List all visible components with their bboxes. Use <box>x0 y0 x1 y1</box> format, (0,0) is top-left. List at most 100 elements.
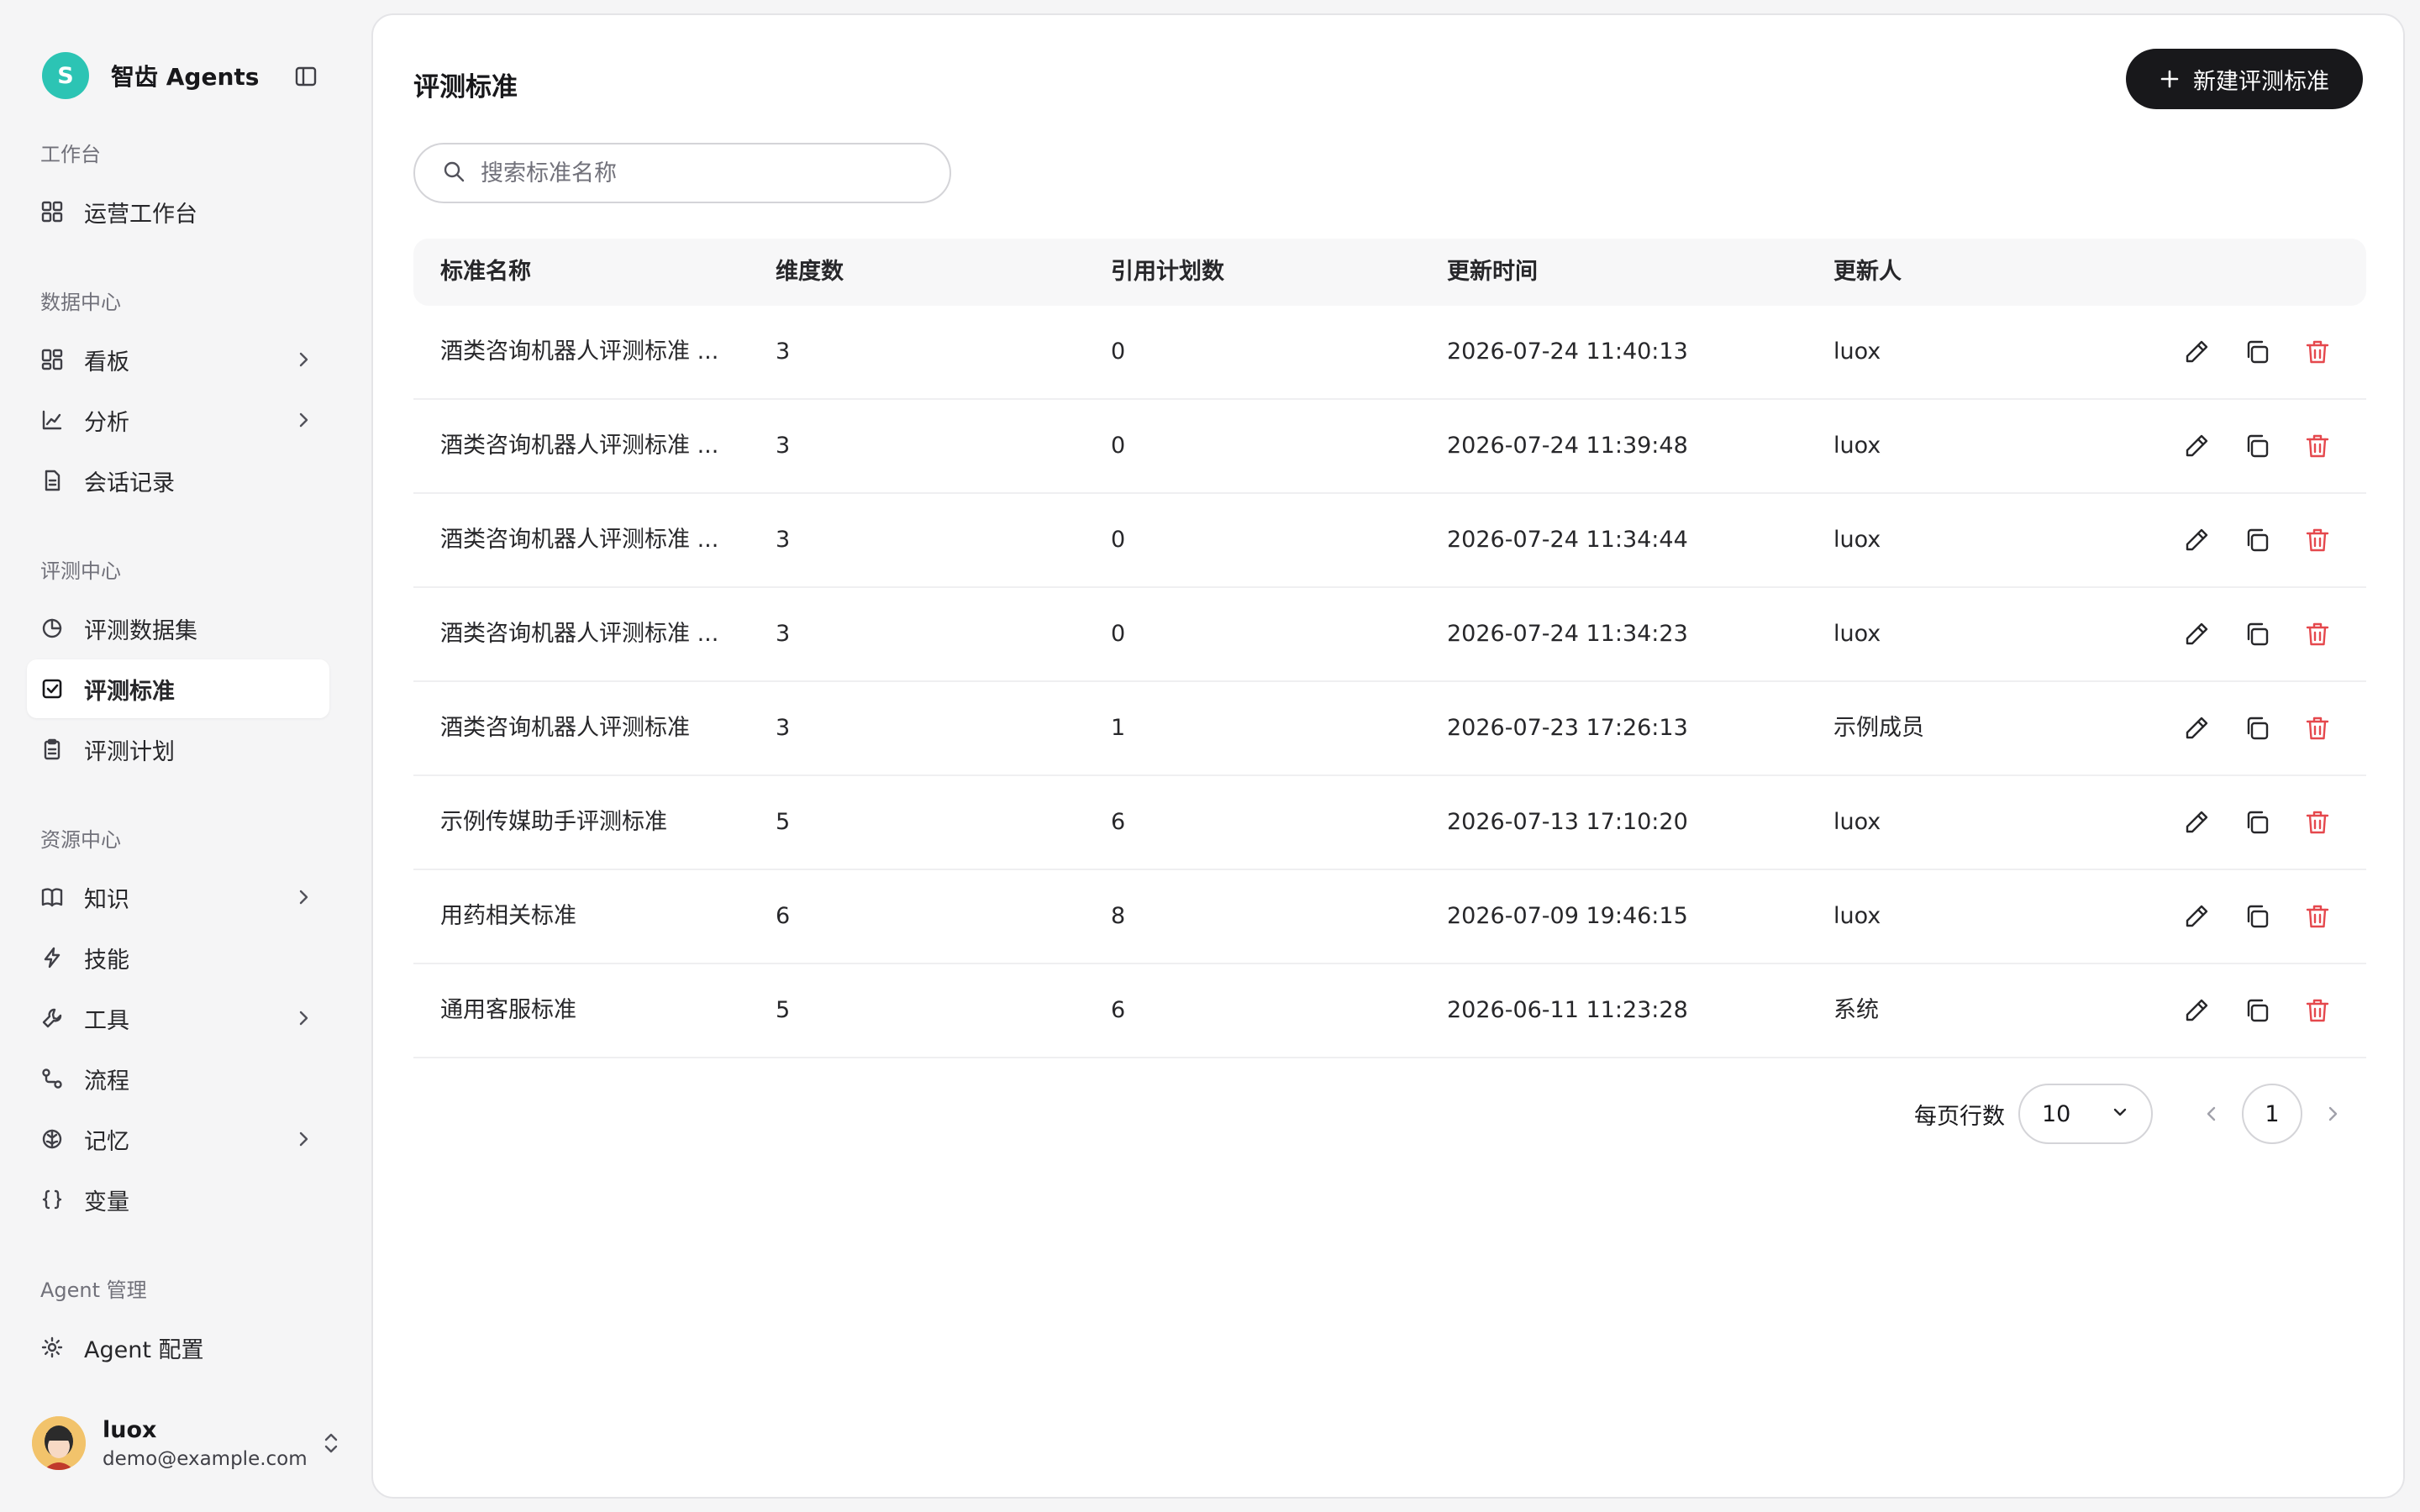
edit-icon[interactable] <box>2181 901 2212 932</box>
document-icon <box>40 469 64 492</box>
sidebar: S 智齿 Agents 工作台 运营工作台 数据中心 看板 分析 会话记录 评测中心 评测数据… <box>0 0 370 1512</box>
sidebar-item-label: 流程 <box>84 1068 129 1095</box>
sidebar-item[interactable]: 变量 <box>27 1170 329 1229</box>
table-row[interactable]: 示例传媒助手评测标准 5 6 2026-07-13 17:10:20 luox <box>413 776 2366 870</box>
table-row[interactable]: 酒类咨询机器人评测标准 ... 3 0 2026-07-24 11:39:48 luox <box>413 400 2366 494</box>
edit-icon[interactable] <box>2181 713 2212 743</box>
nav-section-title: 评测中心 <box>40 559 121 583</box>
nav-section-title: 工作台 <box>40 143 101 166</box>
cell-updated-by: luox <box>1833 527 1881 553</box>
brain-icon <box>40 1127 64 1151</box>
sidebar-item-label: 运营工作台 <box>84 201 197 228</box>
edit-icon[interactable] <box>2181 619 2212 649</box>
edit-icon[interactable] <box>2181 525 2212 555</box>
table-row[interactable]: 用药相关标准 6 8 2026-07-09 19:46:15 luox <box>413 870 2366 964</box>
table-row[interactable]: 通用客服标准 5 6 2026-06-11 11:23:28 系统 <box>413 964 2366 1058</box>
copy-icon[interactable] <box>2242 901 2272 932</box>
new-standard-label: 新建评测标准 <box>2193 68 2329 94</box>
cell-name: 用药相关标准 <box>440 903 576 929</box>
chevron-right-icon[interactable] <box>294 1130 313 1148</box>
chevron-down-icon <box>2111 1101 2129 1127</box>
cell-plans: 0 <box>1111 433 1126 459</box>
sidebar-item-label: 技能 <box>84 947 129 974</box>
edit-icon[interactable] <box>2181 337 2212 367</box>
sidebar-item[interactable]: 分析 <box>27 391 329 449</box>
delete-icon[interactable] <box>2302 619 2333 649</box>
cell-plans: 6 <box>1111 997 1126 1023</box>
copy-icon[interactable] <box>2242 619 2272 649</box>
sidebar-item[interactable]: 知识 <box>27 868 329 927</box>
sidebar-item[interactable]: 记忆 <box>27 1110 329 1168</box>
delete-icon[interactable] <box>2302 901 2333 932</box>
sidebar-item-label: 记忆 <box>84 1128 129 1155</box>
workflow-icon <box>40 1067 64 1090</box>
table-row[interactable]: 酒类咨询机器人评测标准 ... 3 0 2026-07-24 11:34:23 luox <box>413 588 2366 682</box>
cell-updated-by: luox <box>1833 809 1881 835</box>
row-actions <box>2181 901 2333 932</box>
sidebar-item[interactable]: 工具 <box>27 989 329 1047</box>
sidebar-item[interactable]: 评测数据集 <box>27 599 329 658</box>
table-row[interactable]: 酒类咨询机器人评测标准 ... 3 0 2026-07-24 11:40:13 luox <box>413 306 2366 400</box>
brand[interactable]: S 智齿 Agents <box>42 52 259 99</box>
table-row[interactable]: 酒类咨询机器人评测标准 3 1 2026-07-23 17:26:13 示例成员 <box>413 682 2366 776</box>
delete-icon[interactable] <box>2302 713 2333 743</box>
chevron-right-icon[interactable] <box>294 411 313 429</box>
lightning-icon <box>40 946 64 969</box>
edit-icon[interactable] <box>2181 431 2212 461</box>
search-box[interactable] <box>413 143 951 203</box>
standards-table: 标准名称 维度数 引用计划数 更新时间 更新人 酒类咨询机器人评测标准 ... 3… <box>413 239 2366 1058</box>
delete-icon[interactable] <box>2302 337 2333 367</box>
sidebar-item[interactable]: Agent 配置 <box>27 1318 329 1377</box>
edit-icon[interactable] <box>2181 995 2212 1026</box>
table-row[interactable]: 酒类咨询机器人评测标准 ... 3 0 2026-07-24 11:34:44 luox <box>413 494 2366 588</box>
cell-name: 酒类咨询机器人评测标准 ... <box>440 433 719 459</box>
column-header-updated-at: 更新时间 <box>1447 259 1538 285</box>
cell-updated-by: luox <box>1833 433 1881 459</box>
wrench-icon <box>40 1006 64 1030</box>
row-actions <box>2181 713 2333 743</box>
copy-icon[interactable] <box>2242 807 2272 837</box>
row-actions <box>2181 525 2333 555</box>
user-card[interactable]: luox demo@example.com <box>32 1411 343 1475</box>
sidebar-item[interactable]: 评测计划 <box>27 720 329 779</box>
cell-name: 酒类咨询机器人评测标准 ... <box>440 339 719 365</box>
sidebar-item[interactable]: 会话记录 <box>27 451 329 510</box>
sidebar-toggle-icon[interactable] <box>291 64 321 89</box>
previous-page-button[interactable] <box>2181 1084 2242 1144</box>
cell-name: 示例传媒助手评测标准 <box>440 809 667 835</box>
chevron-right-icon[interactable] <box>294 1009 313 1027</box>
cell-dimensions: 5 <box>776 997 791 1023</box>
chevron-right-icon[interactable] <box>294 888 313 906</box>
avatar <box>32 1416 86 1470</box>
copy-icon[interactable] <box>2242 525 2272 555</box>
row-actions <box>2181 431 2333 461</box>
chevron-right-icon[interactable] <box>294 350 313 369</box>
sidebar-item[interactable]: 评测标准 <box>27 659 329 718</box>
delete-icon[interactable] <box>2302 525 2333 555</box>
delete-icon[interactable] <box>2302 431 2333 461</box>
delete-icon[interactable] <box>2302 995 2333 1026</box>
cell-updated-by: luox <box>1833 621 1881 647</box>
delete-icon[interactable] <box>2302 807 2333 837</box>
main-panel: 评测标准 新建评测标准 标准名称 维度数 引用计划数 更新时间 <box>371 13 2405 1499</box>
checkbox-icon <box>40 677 64 701</box>
next-page-button[interactable] <box>2302 1084 2363 1144</box>
rows-per-page-select[interactable]: 10 <box>2018 1084 2153 1144</box>
search-input[interactable] <box>481 160 918 186</box>
sidebar-item[interactable]: 看板 <box>27 330 329 389</box>
new-standard-button[interactable]: 新建评测标准 <box>2126 49 2363 109</box>
edit-icon[interactable] <box>2181 807 2212 837</box>
chevron-up-down-icon[interactable] <box>319 1430 343 1457</box>
search-icon <box>442 160 466 186</box>
copy-icon[interactable] <box>2242 431 2272 461</box>
sidebar-item[interactable]: 运营工作台 <box>27 182 329 241</box>
sidebar-item[interactable]: 流程 <box>27 1049 329 1108</box>
sidebar-item[interactable]: 技能 <box>27 928 329 987</box>
sidebar-item-label: 分析 <box>84 409 129 436</box>
cell-dimensions: 3 <box>776 433 791 459</box>
copy-icon[interactable] <box>2242 337 2272 367</box>
copy-icon[interactable] <box>2242 713 2272 743</box>
copy-icon[interactable] <box>2242 995 2272 1026</box>
cell-name: 酒类咨询机器人评测标准 ... <box>440 621 719 647</box>
page-number-button[interactable]: 1 <box>2242 1084 2302 1144</box>
